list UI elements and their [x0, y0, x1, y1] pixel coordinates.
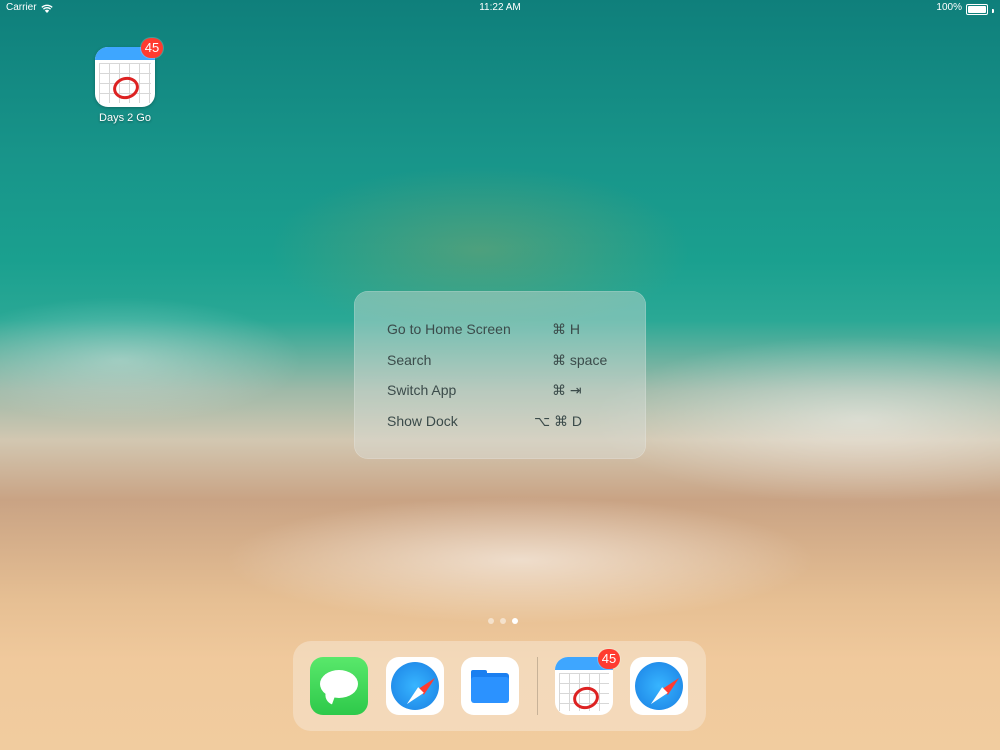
folder-icon — [471, 677, 509, 703]
page-dot — [488, 618, 494, 624]
shortcut-search[interactable]: Search ⌘ space — [387, 350, 617, 370]
safari-recent-icon[interactable] — [630, 657, 688, 715]
shortcut-keys: ⌘ space — [552, 352, 608, 368]
compass-needle — [648, 687, 668, 707]
shortcut-action: Switch App — [387, 382, 457, 398]
battery-percent: 100% — [936, 2, 962, 13]
status-bar: Carrier 11:22 AM 100% — [0, 0, 1000, 16]
dock-divider — [537, 657, 538, 715]
shortcut-keys: ⌥ ⌘ D — [534, 413, 583, 429]
battery-icon — [966, 4, 988, 15]
shortcut-action: Search — [387, 352, 432, 368]
status-right: 100% — [936, 0, 994, 16]
compass-icon — [635, 662, 683, 710]
shortcut-action: Go to Home Screen — [387, 321, 511, 337]
clock: 11:22 AM — [479, 2, 521, 13]
days-2-go-badge: 45 — [141, 38, 163, 58]
shortcut-switch-app[interactable]: Switch App ⌘ ⇥ — [387, 380, 617, 400]
page-indicator[interactable] — [488, 618, 518, 624]
message-bubble-tail — [322, 691, 336, 705]
shortcut-keys: ⌘ ⇥ — [552, 382, 582, 398]
dock-days-2-go-badge: 45 — [598, 649, 620, 669]
dock: 45 — [293, 641, 706, 731]
files-icon[interactable] — [461, 657, 519, 715]
shortcut-home-screen[interactable]: Go to Home Screen ⌘ H — [387, 319, 617, 339]
page-dot-current — [512, 618, 518, 624]
keyboard-shortcuts-panel: Go to Home Screen ⌘ H Search ⌘ space Swi… — [354, 291, 646, 459]
page-dot — [500, 618, 506, 624]
compass-needle — [404, 687, 424, 707]
compass-icon — [391, 662, 439, 710]
battery-tip — [992, 9, 994, 13]
days-2-go-label: Days 2 Go — [99, 112, 151, 124]
safari-icon[interactable] — [386, 657, 444, 715]
shortcut-action: Show Dock — [387, 413, 458, 429]
shortcut-keys: ⌘ H — [552, 321, 580, 337]
shortcut-show-dock[interactable]: Show Dock ⌥ ⌘ D — [387, 411, 617, 431]
messages-icon[interactable] — [310, 657, 368, 715]
